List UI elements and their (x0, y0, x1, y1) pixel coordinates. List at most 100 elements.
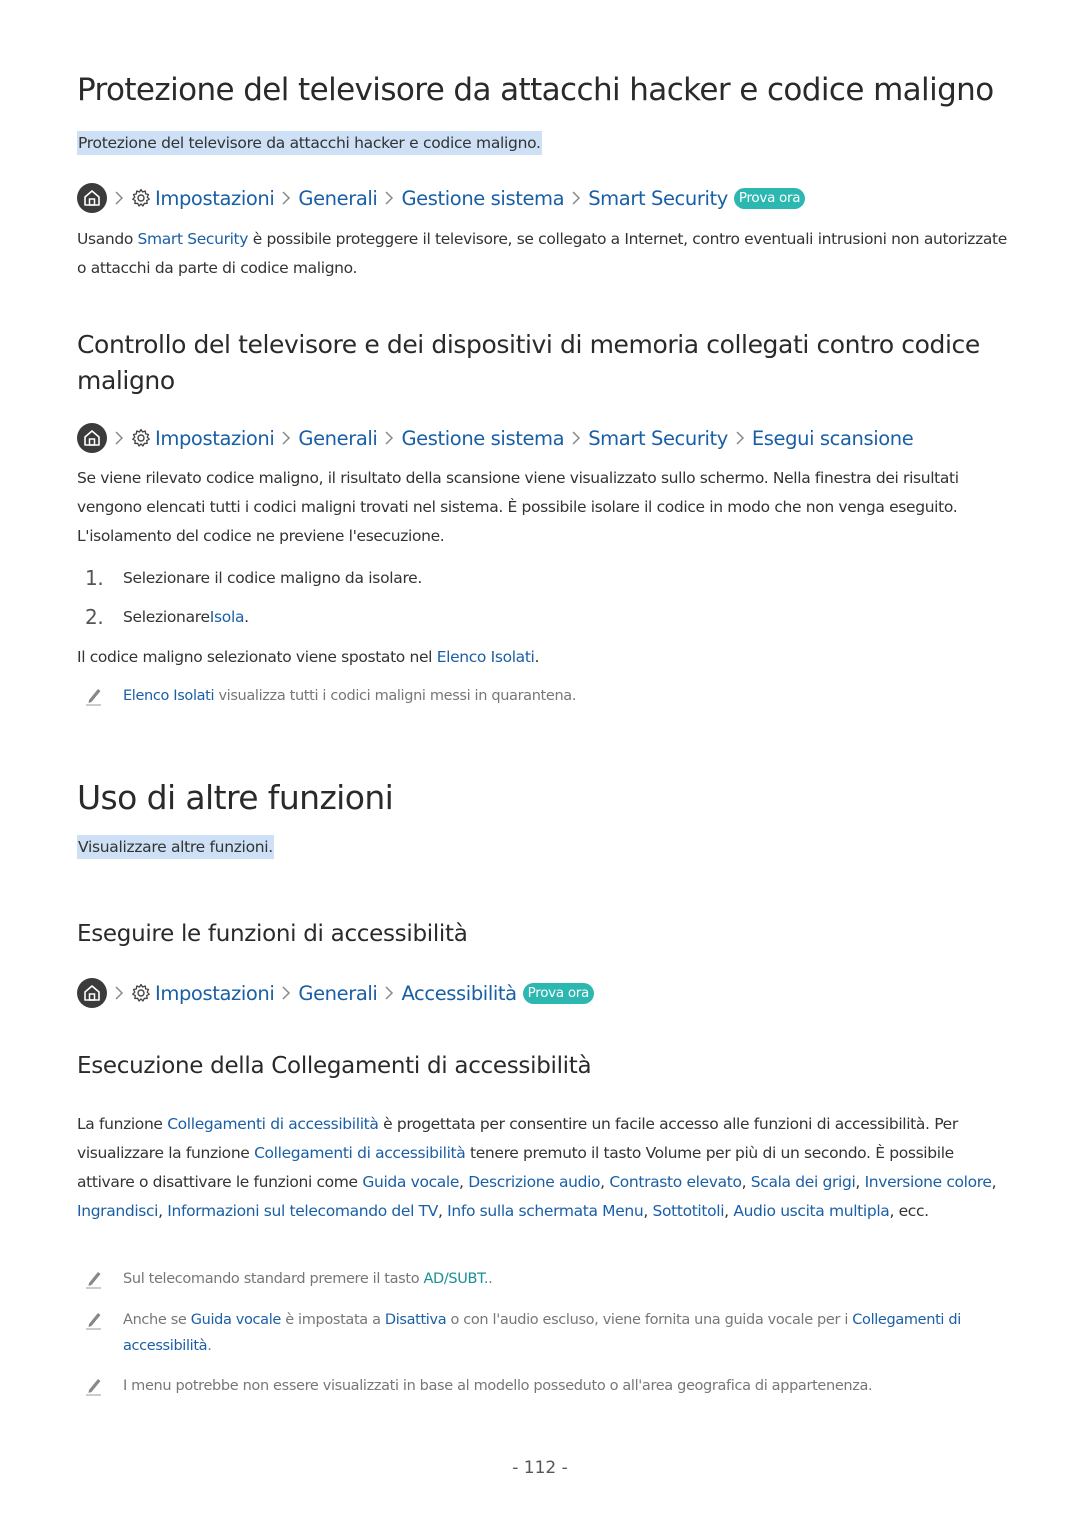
separator: , (724, 1202, 734, 1220)
gear-icon (131, 983, 151, 1003)
separator: , (158, 1202, 168, 1220)
note-menu-availability: I menu potrebbe non essere visualizzati … (85, 1373, 1015, 1405)
link-disattiva[interactable]: Disattiva (385, 1312, 447, 1328)
separator: , (855, 1173, 865, 1191)
chevron-right-icon (571, 430, 581, 446)
feature-link[interactable]: Contrasto elevato (609, 1173, 742, 1191)
note-remote-key: Sul telecomando standard premere il tast… (85, 1266, 1015, 1298)
breadcrumb-item-gestione-sistema[interactable]: Gestione sistema (401, 427, 564, 450)
link-collegamenti[interactable]: Collegamenti di accessibilità (254, 1144, 466, 1162)
note-quarantine: Elenco Isolati visualizza tutti i codici… (85, 683, 1015, 715)
separator: , (600, 1173, 610, 1191)
text: Il codice maligno selezionato viene spos… (77, 648, 437, 666)
separator: , (643, 1202, 653, 1220)
pencil-icon (85, 1266, 123, 1298)
text: . (244, 608, 249, 626)
separator: , (438, 1202, 448, 1220)
pencil-icon (85, 1373, 123, 1405)
text: Sul telecomando standard premere il tast… (123, 1271, 424, 1287)
feature-link[interactable]: Sottotitoli (653, 1202, 725, 1220)
section-summary-other-functions: Visualizzare altre funzioni. (77, 835, 274, 859)
feature-link[interactable]: Guida vocale (362, 1173, 459, 1191)
home-icon[interactable] (77, 978, 107, 1008)
feature-link[interactable]: Audio uscita multipla (733, 1202, 889, 1220)
text: . (534, 648, 540, 666)
breadcrumb-item-esegui-scansione[interactable]: Esegui scansione (752, 427, 914, 450)
breadcrumb-item-gestione-sistema[interactable]: Gestione sistema (401, 187, 564, 210)
separator: , (459, 1173, 469, 1191)
step-text: Selezionare (123, 608, 210, 626)
text: Anche se (123, 1312, 191, 1328)
text: La funzione (77, 1115, 168, 1133)
link-collegamenti[interactable]: Collegamenti di accessibilità (167, 1115, 379, 1133)
pencil-icon (85, 683, 123, 715)
feature-link[interactable]: Informazioni sul telecomando del TV (167, 1202, 438, 1220)
step-1: 1. Selezionare il codice maligno da isol… (85, 566, 422, 590)
breadcrumb-item-smart-security[interactable]: Smart Security (588, 427, 728, 450)
section-title-shortcuts: Esecuzione della Collegamenti di accessi… (77, 1053, 592, 1079)
step-number: 2. (85, 605, 104, 629)
breadcrumb-item-generali[interactable]: Generali (298, 427, 377, 450)
section-title-protection: Protezione del televisore da attacchi ha… (77, 72, 994, 108)
step-number: 1. (85, 566, 104, 590)
section-summary-protection: Protezione del televisore da attacchi ha… (77, 131, 542, 155)
link-elenco-isolati[interactable]: Elenco Isolati (437, 648, 535, 666)
separator: , (991, 1173, 997, 1191)
breadcrumb-item-impostazioni[interactable]: Impostazioni (155, 427, 275, 450)
feature-link[interactable]: Descrizione audio (468, 1173, 600, 1191)
link-isola[interactable]: Isola (210, 608, 245, 626)
breadcrumb-item-generali[interactable]: Generali (298, 187, 377, 210)
text: visualizza tutti i codici maligni messi … (214, 688, 577, 704)
chevron-right-icon (281, 985, 291, 1001)
chevron-right-icon (281, 430, 291, 446)
chevron-right-icon (281, 190, 291, 206)
breadcrumb-item-accessibilita[interactable]: Accessibilità (401, 982, 517, 1005)
chevron-right-icon (571, 190, 581, 206)
paragraph-quarantine: Il codice maligno selezionato viene spos… (77, 643, 1012, 672)
chevron-right-icon (384, 190, 394, 206)
try-now-badge[interactable]: Prova ora (733, 187, 806, 209)
feature-link[interactable]: Inversione colore (865, 1173, 992, 1191)
breadcrumb-scan: Impostazioni Generali Gestione sistema S… (77, 422, 914, 454)
home-icon[interactable] (77, 183, 107, 213)
gear-icon (131, 428, 151, 448)
breadcrumb-item-smart-security[interactable]: Smart Security (588, 187, 728, 210)
step-text: Selezionare il codice maligno da isolare… (123, 569, 423, 587)
feature-link[interactable]: Ingrandisci (77, 1202, 158, 1220)
text: Usando (77, 230, 138, 248)
try-now-badge[interactable]: Prova ora (522, 982, 595, 1004)
pencil-icon (85, 1307, 123, 1359)
chevron-right-icon (384, 985, 394, 1001)
text: . (207, 1338, 212, 1354)
chevron-right-icon (114, 985, 124, 1001)
breadcrumb-item-generali[interactable]: Generali (298, 982, 377, 1005)
link-smart-security[interactable]: Smart Security (138, 230, 249, 248)
link-guida-vocale[interactable]: Guida vocale (191, 1312, 282, 1328)
step-2: 2. Selezionare Isola. (85, 605, 249, 629)
paragraph-shortcuts: La funzione Collegamenti di accessibilit… (77, 1110, 1012, 1226)
text: , ecc. (889, 1202, 929, 1220)
link-elenco-isolati[interactable]: Elenco Isolati (123, 688, 215, 704)
home-icon[interactable] (77, 423, 107, 453)
key-ad-subt: AD/SUBT. (423, 1271, 489, 1287)
page-number: - 112 - (512, 1458, 568, 1478)
section-title-scan: Controllo del televisore e dei dispositi… (77, 330, 980, 395)
breadcrumb-accessibility: Impostazioni Generali Accessibilità Prov… (77, 977, 595, 1009)
feature-link[interactable]: Scala dei grigi (751, 1173, 856, 1191)
feature-link[interactable]: Info sulla schermata Menu (447, 1202, 644, 1220)
text: è impostata a (280, 1312, 385, 1328)
note-voice-guide: Anche se Guida vocale è impostata a Disa… (85, 1307, 1015, 1359)
chevron-right-icon (114, 190, 124, 206)
text: o con l'audio escluso, viene fornita una… (446, 1312, 853, 1328)
gear-icon (131, 188, 151, 208)
chevron-right-icon (384, 430, 394, 446)
section-title-other-functions: Uso di altre funzioni (77, 778, 394, 817)
separator: , (741, 1173, 751, 1191)
paragraph-smart-security: Usando Smart Security è possibile proteg… (77, 225, 1012, 283)
text: . (488, 1271, 493, 1287)
text: I menu potrebbe non essere visualizzati … (123, 1378, 873, 1394)
chevron-right-icon (735, 430, 745, 446)
breadcrumb-item-impostazioni[interactable]: Impostazioni (155, 187, 275, 210)
breadcrumb-item-impostazioni[interactable]: Impostazioni (155, 982, 275, 1005)
section-title-accessibility: Eseguire le funzioni di accessibilità (77, 921, 468, 947)
